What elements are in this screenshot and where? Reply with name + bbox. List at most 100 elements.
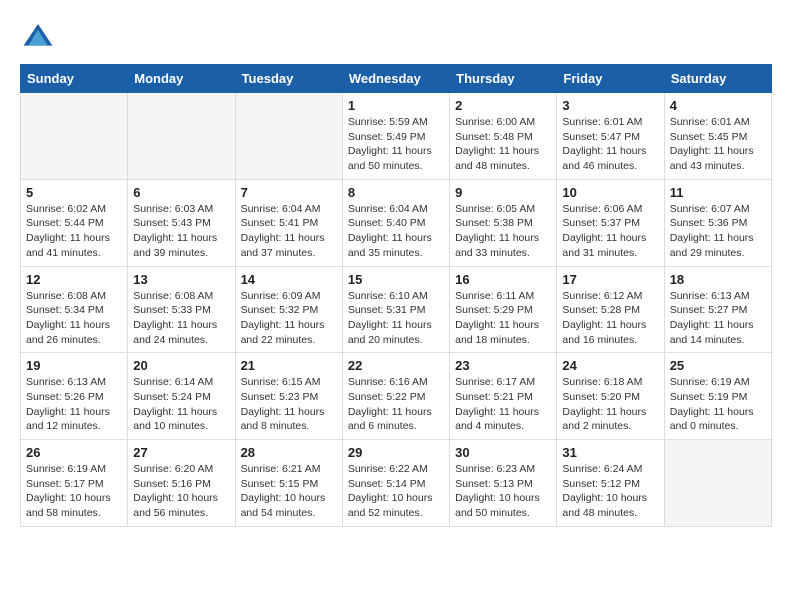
page-container: SundayMondayTuesdayWednesdayThursdayFrid… (0, 0, 792, 537)
calendar-cell (235, 93, 342, 180)
day-info: Sunrise: 6:09 AMSunset: 5:32 PMDaylight:… (241, 289, 337, 348)
calendar-header-sunday: Sunday (21, 65, 128, 93)
day-number: 22 (348, 358, 444, 373)
calendar-header-row: SundayMondayTuesdayWednesdayThursdayFrid… (21, 65, 772, 93)
calendar-cell: 13 Sunrise: 6:08 AMSunset: 5:33 PMDayligh… (128, 266, 235, 353)
day-info: Sunrise: 6:19 AMSunset: 5:17 PMDaylight:… (26, 462, 122, 521)
day-info: Sunrise: 6:00 AMSunset: 5:48 PMDaylight:… (455, 115, 551, 174)
calendar-cell: 10 Sunrise: 6:06 AMSunset: 5:37 PMDayligh… (557, 179, 664, 266)
calendar-cell: 18Sunrise: 6:13 AMSunset: 5:27 PMDayligh… (664, 266, 771, 353)
day-number: 6 (133, 185, 229, 200)
calendar-cell: 23 Sunrise: 6:17 AMSunset: 5:21 PMDayligh… (450, 353, 557, 440)
calendar-header-saturday: Saturday (664, 65, 771, 93)
day-info: Sunrise: 6:13 AMSunset: 5:26 PMDaylight:… (26, 375, 122, 434)
day-info: Sunrise: 6:19 AMSunset: 5:19 PMDaylight:… (670, 375, 766, 434)
day-number: 26 (26, 445, 122, 460)
logo-icon (22, 20, 54, 52)
day-info: Sunrise: 6:23 AMSunset: 5:13 PMDaylight:… (455, 462, 551, 521)
day-number: 4 (670, 98, 766, 113)
calendar-week-3: 12 Sunrise: 6:08 AMSunset: 5:34 PMDayligh… (21, 266, 772, 353)
calendar-cell: 2 Sunrise: 6:00 AMSunset: 5:48 PMDaylight… (450, 93, 557, 180)
day-info: Sunrise: 6:15 AMSunset: 5:23 PMDaylight:… (241, 375, 337, 434)
day-number: 1 (348, 98, 444, 113)
day-number: 20 (133, 358, 229, 373)
day-number: 25 (670, 358, 766, 373)
calendar-cell: 25 Sunrise: 6:19 AMSunset: 5:19 PMDayligh… (664, 353, 771, 440)
calendar-cell: 29Sunrise: 6:22 AMSunset: 5:14 PMDayligh… (342, 440, 449, 527)
day-number: 16 (455, 272, 551, 287)
day-number: 21 (241, 358, 337, 373)
day-info: Sunrise: 6:05 AMSunset: 5:38 PMDaylight:… (455, 202, 551, 261)
calendar-cell: 27 Sunrise: 6:20 AMSunset: 5:16 PMDayligh… (128, 440, 235, 527)
calendar-cell: 5Sunrise: 6:02 AMSunset: 5:44 PMDaylight… (21, 179, 128, 266)
day-number: 11 (670, 185, 766, 200)
day-info: Sunrise: 5:59 AMSunset: 5:49 PMDaylight:… (348, 115, 444, 174)
calendar-cell: 30 Sunrise: 6:23 AMSunset: 5:13 PMDayligh… (450, 440, 557, 527)
day-info: Sunrise: 6:03 AMSunset: 5:43 PMDaylight:… (133, 202, 229, 261)
day-info: Sunrise: 6:04 AMSunset: 5:40 PMDaylight:… (348, 202, 444, 261)
calendar-cell (664, 440, 771, 527)
calendar-header-tuesday: Tuesday (235, 65, 342, 93)
calendar-cell: 16 Sunrise: 6:11 AMSunset: 5:29 PMDayligh… (450, 266, 557, 353)
day-number: 10 (562, 185, 658, 200)
calendar-cell: 19 Sunrise: 6:13 AMSunset: 5:26 PMDayligh… (21, 353, 128, 440)
day-number: 9 (455, 185, 551, 200)
calendar-cell: 22Sunrise: 6:16 AMSunset: 5:22 PMDayligh… (342, 353, 449, 440)
calendar-table: SundayMondayTuesdayWednesdayThursdayFrid… (20, 64, 772, 527)
calendar-cell: 31 Sunrise: 6:24 AMSunset: 5:12 PMDayligh… (557, 440, 664, 527)
calendar-week-5: 26 Sunrise: 6:19 AMSunset: 5:17 PMDayligh… (21, 440, 772, 527)
day-number: 12 (26, 272, 122, 287)
day-number: 30 (455, 445, 551, 460)
calendar-week-4: 19 Sunrise: 6:13 AMSunset: 5:26 PMDayligh… (21, 353, 772, 440)
day-number: 23 (455, 358, 551, 373)
day-info: Sunrise: 6:04 AMSunset: 5:41 PMDaylight:… (241, 202, 337, 261)
day-info: Sunrise: 6:18 AMSunset: 5:20 PMDaylight:… (562, 375, 658, 434)
header (20, 20, 772, 52)
calendar-cell: 6 Sunrise: 6:03 AMSunset: 5:43 PMDaylight… (128, 179, 235, 266)
day-number: 24 (562, 358, 658, 373)
day-number: 7 (241, 185, 337, 200)
calendar-cell: 3 Sunrise: 6:01 AMSunset: 5:47 PMDaylight… (557, 93, 664, 180)
day-info: Sunrise: 6:20 AMSunset: 5:16 PMDaylight:… (133, 462, 229, 521)
day-info: Sunrise: 6:21 AMSunset: 5:15 PMDaylight:… (241, 462, 337, 521)
day-info: Sunrise: 6:07 AMSunset: 5:36 PMDaylight:… (670, 202, 766, 261)
calendar-week-2: 5Sunrise: 6:02 AMSunset: 5:44 PMDaylight… (21, 179, 772, 266)
day-info: Sunrise: 6:01 AMSunset: 5:47 PMDaylight:… (562, 115, 658, 174)
calendar-cell: 9 Sunrise: 6:05 AMSunset: 5:38 PMDaylight… (450, 179, 557, 266)
day-number: 29 (348, 445, 444, 460)
calendar-cell: 17Sunrise: 6:12 AMSunset: 5:28 PMDayligh… (557, 266, 664, 353)
calendar-header-wednesday: Wednesday (342, 65, 449, 93)
day-number: 15 (348, 272, 444, 287)
calendar-header-monday: Monday (128, 65, 235, 93)
calendar-cell: 14Sunrise: 6:09 AMSunset: 5:32 PMDayligh… (235, 266, 342, 353)
calendar-cell (21, 93, 128, 180)
calendar-cell: 7 Sunrise: 6:04 AMSunset: 5:41 PMDaylight… (235, 179, 342, 266)
day-info: Sunrise: 6:01 AMSunset: 5:45 PMDaylight:… (670, 115, 766, 174)
calendar-cell (128, 93, 235, 180)
calendar-cell: 4 Sunrise: 6:01 AMSunset: 5:45 PMDaylight… (664, 93, 771, 180)
day-info: Sunrise: 6:17 AMSunset: 5:21 PMDaylight:… (455, 375, 551, 434)
day-number: 28 (241, 445, 337, 460)
day-info: Sunrise: 6:12 AMSunset: 5:28 PMDaylight:… (562, 289, 658, 348)
calendar-cell: 28 Sunrise: 6:21 AMSunset: 5:15 PMDayligh… (235, 440, 342, 527)
day-number: 13 (133, 272, 229, 287)
calendar-cell: 11 Sunrise: 6:07 AMSunset: 5:36 PMDayligh… (664, 179, 771, 266)
day-info: Sunrise: 6:06 AMSunset: 5:37 PMDaylight:… (562, 202, 658, 261)
calendar-cell: 24 Sunrise: 6:18 AMSunset: 5:20 PMDayligh… (557, 353, 664, 440)
day-number: 19 (26, 358, 122, 373)
day-number: 27 (133, 445, 229, 460)
day-info: Sunrise: 6:02 AMSunset: 5:44 PMDaylight:… (26, 202, 122, 261)
day-info: Sunrise: 6:08 AMSunset: 5:33 PMDaylight:… (133, 289, 229, 348)
day-number: 3 (562, 98, 658, 113)
calendar-cell: 1 Sunrise: 5:59 AMSunset: 5:49 PMDaylight… (342, 93, 449, 180)
calendar-cell: 12 Sunrise: 6:08 AMSunset: 5:34 PMDayligh… (21, 266, 128, 353)
day-info: Sunrise: 6:24 AMSunset: 5:12 PMDaylight:… (562, 462, 658, 521)
day-info: Sunrise: 6:13 AMSunset: 5:27 PMDaylight:… (670, 289, 766, 348)
day-info: Sunrise: 6:11 AMSunset: 5:29 PMDaylight:… (455, 289, 551, 348)
day-number: 2 (455, 98, 551, 113)
day-number: 31 (562, 445, 658, 460)
day-info: Sunrise: 6:08 AMSunset: 5:34 PMDaylight:… (26, 289, 122, 348)
calendar-cell: 21 Sunrise: 6:15 AMSunset: 5:23 PMDayligh… (235, 353, 342, 440)
logo (20, 20, 54, 52)
calendar-cell: 15Sunrise: 6:10 AMSunset: 5:31 PMDayligh… (342, 266, 449, 353)
